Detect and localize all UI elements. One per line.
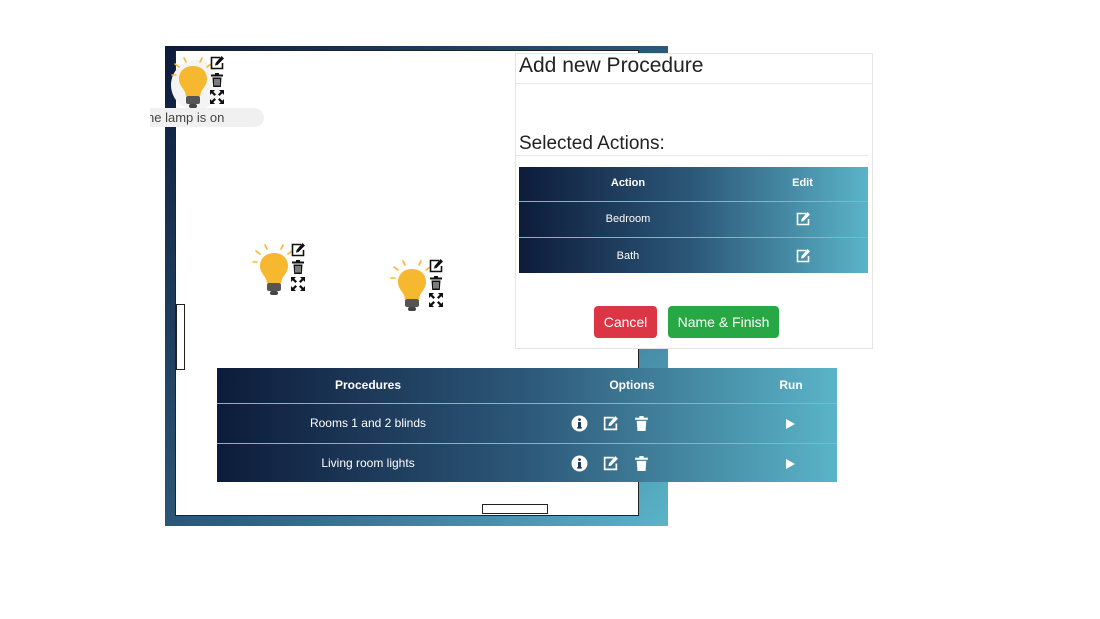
edit-icon[interactable] [209,55,225,71]
column-header-action: Action [610,177,646,189]
move-icon[interactable] [209,89,225,105]
move-icon[interactable] [428,292,444,308]
info-icon[interactable] [571,415,588,432]
cancel-button[interactable]: Cancel [594,306,657,338]
play-icon[interactable] [784,418,796,430]
table-header-row: Procedures Options Run [217,368,837,402]
action-name: Bath [616,250,640,262]
edit-icon[interactable] [602,415,619,432]
edit-icon[interactable] [290,242,306,258]
trash-icon[interactable] [209,72,225,88]
lamp-tools [428,258,444,309]
move-icon[interactable] [290,276,306,292]
table-header-row: Action Edit [519,167,868,200]
divider [516,155,868,156]
trash-icon[interactable] [290,259,306,275]
procedures-table: Procedures Options Run Rooms 1 and 2 bli… [217,368,837,482]
column-header-procedures: Procedures [334,378,402,392]
dialog-title: Add new Procedure [519,54,704,77]
lamp-tools [290,242,306,293]
lamp-tools [209,55,225,106]
edit-icon[interactable] [428,258,444,274]
table-row: Rooms 1 and 2 blinds [217,403,837,443]
trash-icon[interactable] [633,455,650,472]
action-name: Bedroom [605,213,651,225]
door-bottom [482,504,548,514]
name-and-finish-button[interactable]: Name & Finish [668,306,779,338]
selected-actions-table: Action Edit Bedroom Bath [519,167,868,273]
door-left [176,304,185,370]
lamp-status-text: he lamp is on [150,110,225,125]
procedure-name: Living room lights [321,456,415,470]
trash-icon[interactable] [428,275,444,291]
lamp-device-1[interactable] [171,55,231,115]
column-header-options: Options [609,378,655,392]
lamp-device-2[interactable] [252,242,312,302]
info-icon[interactable] [571,455,588,472]
column-header-edit: Edit [792,177,813,189]
table-row: Bedroom [519,201,868,237]
edit-icon[interactable] [795,248,811,264]
lamp-status-tooltip: he lamp is on [150,108,264,127]
trash-icon[interactable] [633,415,650,432]
column-header-run: Run [779,378,803,392]
play-icon[interactable] [784,458,796,470]
edit-icon[interactable] [795,211,811,227]
edit-icon[interactable] [602,455,619,472]
table-row: Living room lights [217,443,837,483]
divider [516,83,872,84]
table-row: Bath [519,237,868,274]
selected-actions-heading: Selected Actions: [519,133,665,154]
procedure-name: Rooms 1 and 2 blinds [309,416,427,430]
lamp-device-3[interactable] [390,258,450,318]
